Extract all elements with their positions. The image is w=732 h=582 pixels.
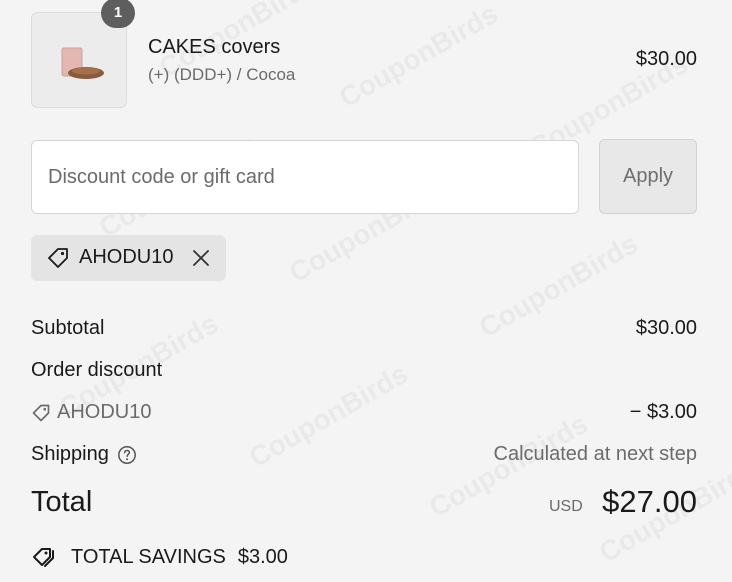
applied-discount-chip: AHODU10 xyxy=(31,235,226,281)
discount-value: − $3.00 xyxy=(629,401,697,423)
total-savings-label: TOTAL SAVINGS xyxy=(71,545,226,568)
discount-code-input[interactable] xyxy=(31,140,579,214)
currency-code: USD xyxy=(549,498,583,515)
shipping-row: Shipping Calculated at next step xyxy=(31,443,697,467)
total-label: Total xyxy=(31,486,93,518)
product-variant: (+) (DDD+) / Cocoa xyxy=(148,65,296,84)
quantity-badge: 1 xyxy=(101,0,135,28)
subtotal-value: $30.00 xyxy=(635,317,697,339)
shipping-label: Shipping xyxy=(31,443,109,465)
total-amount: $27.00 xyxy=(602,484,697,519)
order-discount-label: Order discount xyxy=(31,359,163,381)
discount-code-row: AHODU10 − $3.00 xyxy=(31,401,697,425)
discount-code-label: AHODU10 xyxy=(31,401,151,424)
product-name: CAKES covers xyxy=(148,36,281,58)
order-discount-row: Order discount xyxy=(31,359,697,383)
total-savings-row: TOTAL SAVINGS $3.00 xyxy=(31,544,288,570)
tag-icon xyxy=(32,404,50,421)
applied-discount-code: AHODU10 xyxy=(79,246,174,268)
subtotal-label: Subtotal xyxy=(31,317,105,339)
apply-button[interactable]: Apply xyxy=(599,139,697,214)
cart-line-item: 1 CAKES covers (+) (DDD+) / Cocoa $30.00 xyxy=(31,0,697,108)
savings-tag-icon xyxy=(33,548,54,567)
product-image xyxy=(61,47,104,79)
discount-code-text: AHODU10 xyxy=(57,401,152,423)
tag-icon xyxy=(48,248,68,268)
total-savings-value: $3.00 xyxy=(237,545,288,568)
subtotal-row: Subtotal $30.00 xyxy=(31,317,697,341)
shipping-label-group: Shipping xyxy=(31,443,137,466)
product-price: $30.00 xyxy=(635,48,697,70)
help-icon[interactable] xyxy=(117,445,137,465)
shipping-value: Calculated at next step xyxy=(493,443,697,465)
close-icon[interactable] xyxy=(191,248,211,268)
